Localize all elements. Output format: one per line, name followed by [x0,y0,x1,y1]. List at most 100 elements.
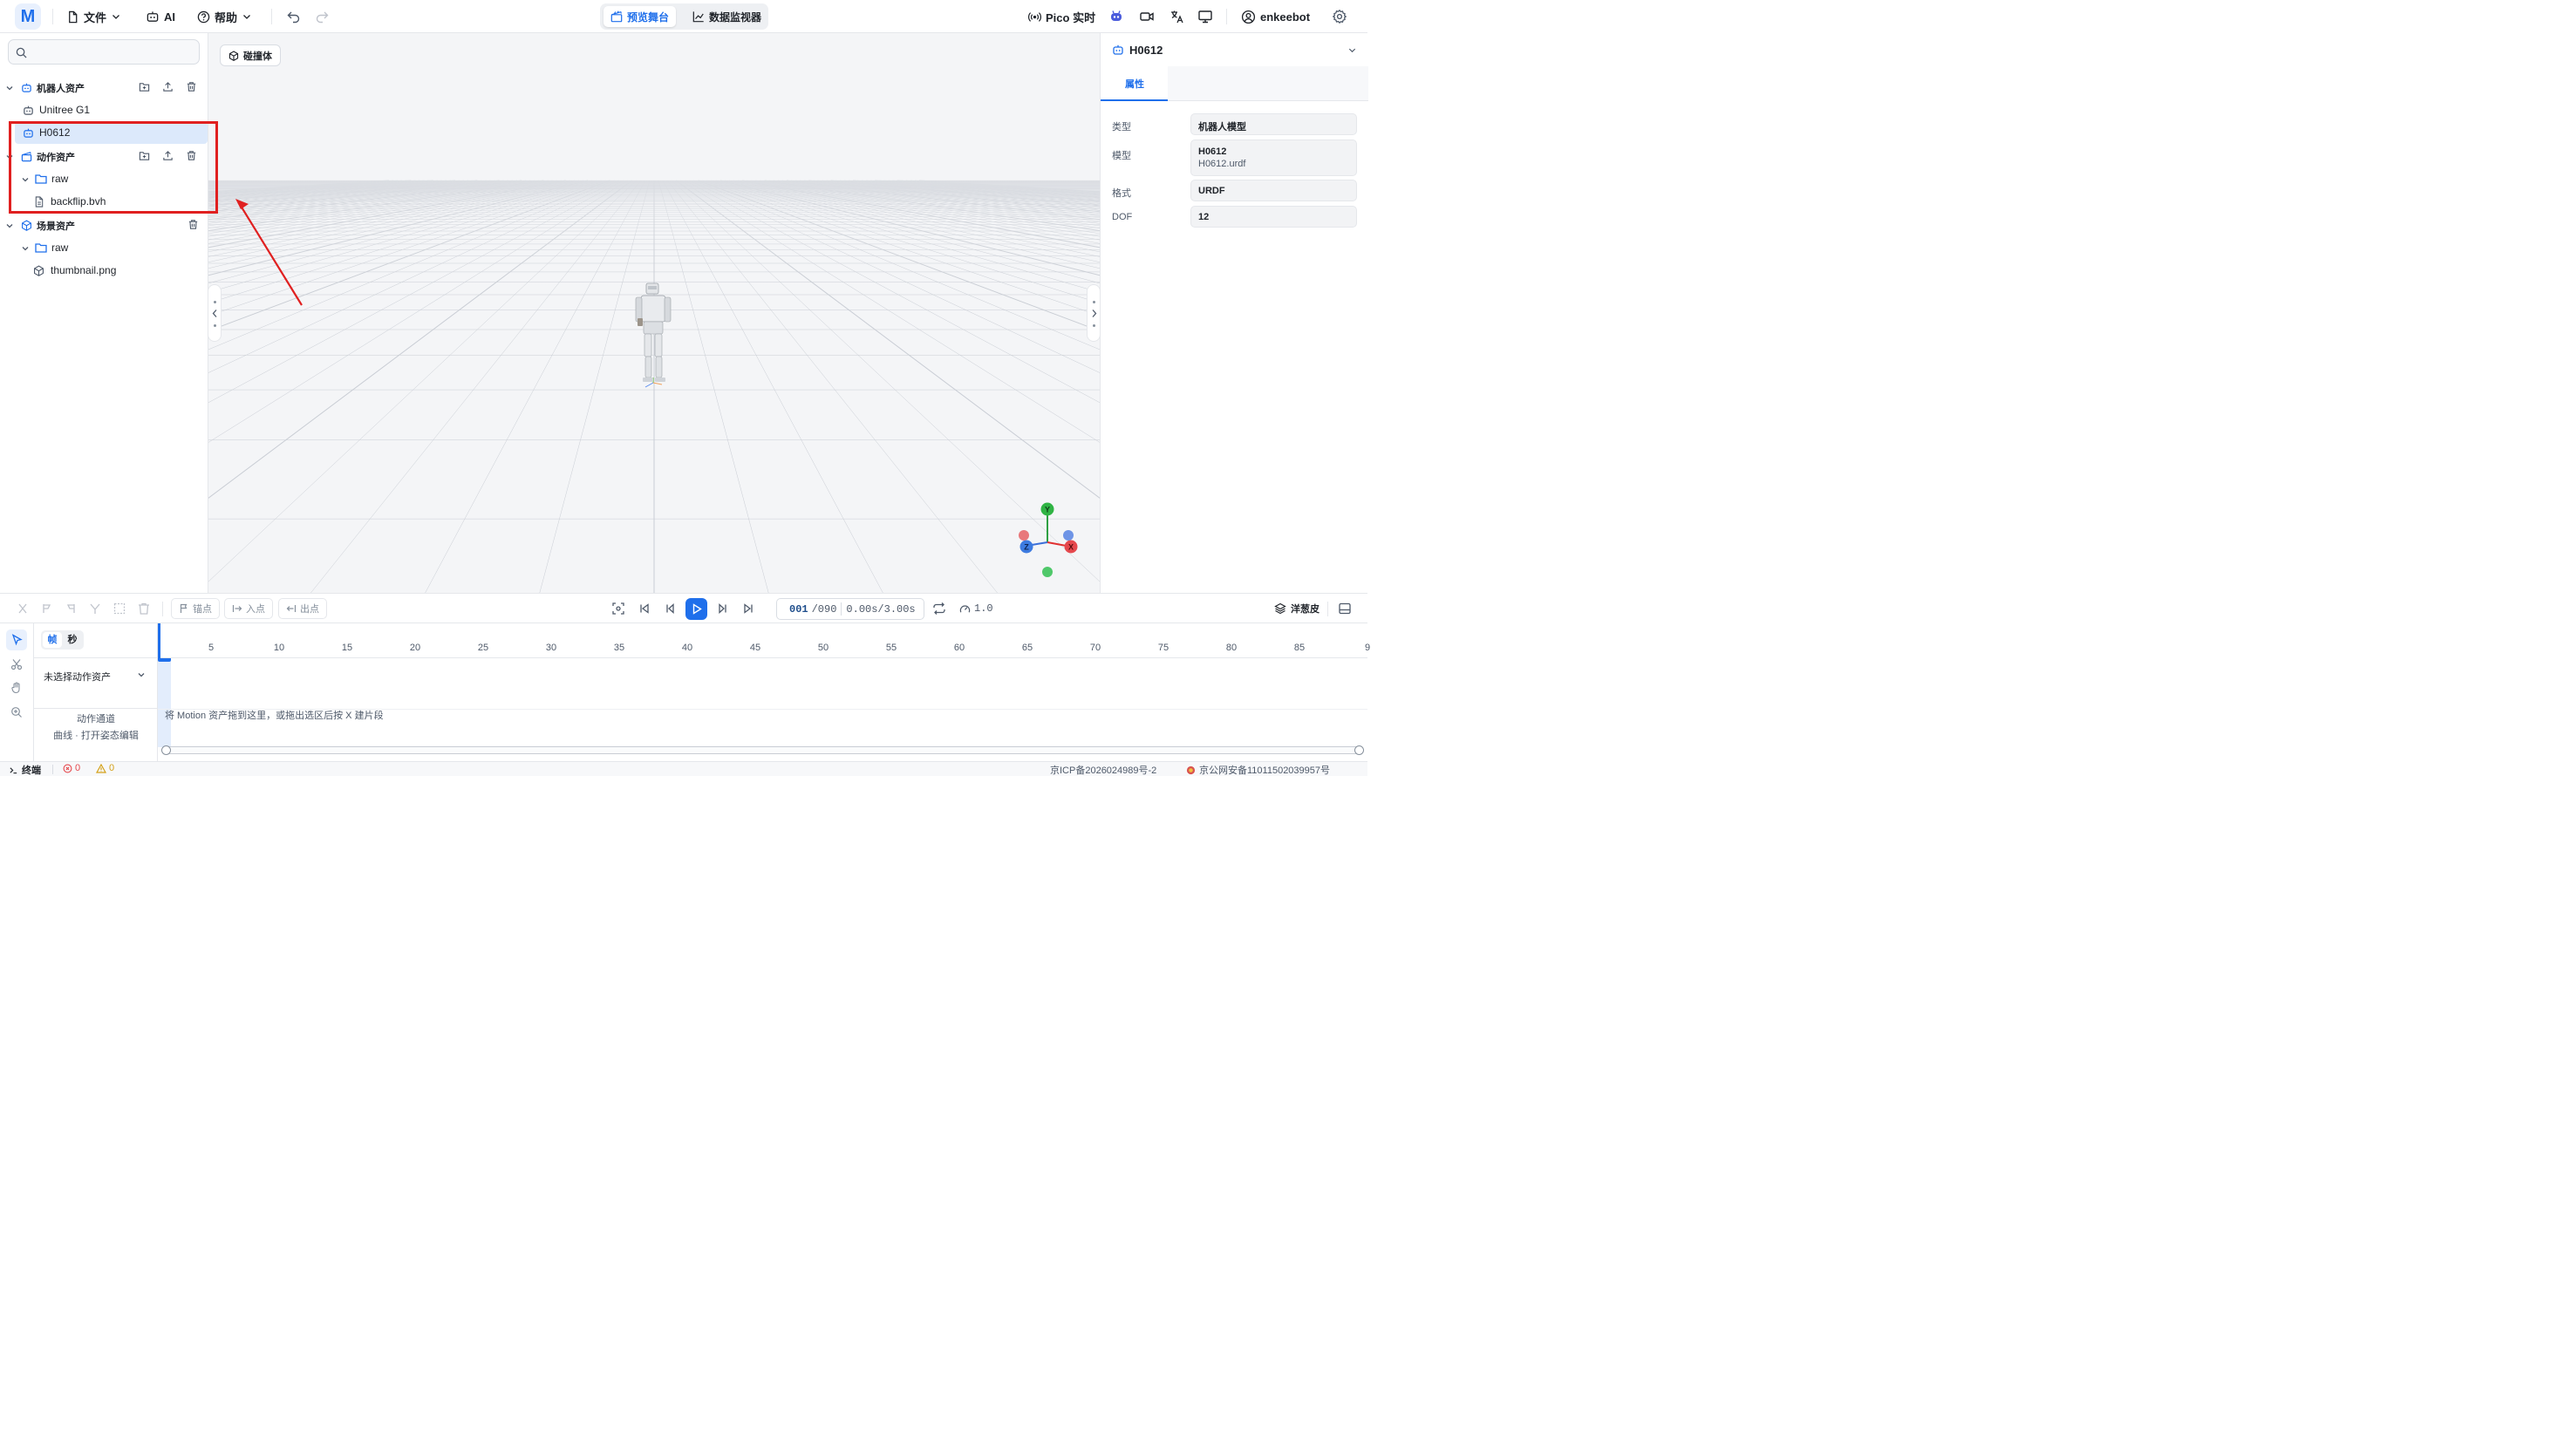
play-button[interactable] [685,598,707,620]
step-forward-icon[interactable] [715,601,731,616]
select-tool[interactable] [6,629,27,650]
select-box-icon[interactable] [112,601,127,616]
chevron-down-icon[interactable] [1347,45,1357,55]
chevron-down-icon[interactable] [21,244,30,253]
drag-dot [1093,324,1095,327]
focus-frame-icon[interactable] [610,601,626,616]
timeline-tool-column [0,623,34,761]
collision-button[interactable]: 碰撞体 [220,44,281,66]
total-frames: /090 [811,602,837,616]
divider [52,9,53,24]
annotation-highlight-box [9,121,218,214]
ruler-tick-label: 9 [1364,643,1371,653]
gear-icon[interactable] [1332,9,1347,24]
file-menu[interactable]: 文件 [66,7,121,26]
tree-folder-raw[interactable]: raw [0,237,208,259]
ruler-tick-label: 10 [273,643,285,653]
section-robot-assets[interactable]: 机器人资产 [0,77,208,99]
scissors-icon[interactable] [10,658,23,670]
tree-file-thumbnail[interactable]: thumbnail.png [0,260,208,282]
scroll-start-handle[interactable] [161,745,171,755]
onion-skin-label: 洋葱皮 [1291,604,1320,615]
motion-channel-header[interactable]: 动作通道 曲线 · 打开姿态编辑 [34,711,158,761]
unit-frame-label: 帧 [47,635,58,645]
split-icon[interactable] [15,601,31,616]
translate-icon[interactable] [1169,9,1185,24]
folder-add-icon[interactable] [139,81,150,92]
playhead[interactable] [158,623,160,658]
panel-toggle-icon[interactable] [1337,601,1353,616]
assistant-bot-icon[interactable] [1108,9,1124,24]
properties-header[interactable]: H0612 [1101,33,1368,66]
icp-license[interactable]: 京ICP备2026024989号-2 [1050,763,1156,777]
zoom-icon[interactable] [10,706,23,718]
unit-frame-button[interactable]: 帧 [43,632,62,648]
pico-live-button[interactable]: Pico 实时 [1028,7,1095,26]
cursor-icon [11,634,23,646]
divider [52,765,53,774]
section-title: 机器人资产 [37,84,85,94]
track-label-line-2: 曲线 · 打开姿态编辑 [53,731,139,741]
tree-item-unitree-g1[interactable]: Unitree G1 [0,99,208,121]
loop-icon[interactable] [931,601,947,616]
hand-icon[interactable] [10,682,23,694]
motion-asset-select[interactable]: 未选择动作资产 [34,658,158,709]
terminal-icon [10,766,17,773]
playback-speed[interactable]: 1.0 [959,602,993,615]
help-menu[interactable]: 帮助 [197,7,252,26]
search-input[interactable] [31,44,194,60]
error-count-value: 0 [75,763,81,773]
speed-value: 1.0 [974,602,993,615]
trash-icon[interactable] [136,601,152,616]
clapperboard-icon [610,10,623,23]
undo-icon[interactable] [286,9,302,24]
collapse-right-panel-handle[interactable] [1087,284,1100,342]
anchor-button[interactable]: 锚点 [171,598,220,619]
ai-button[interactable]: AI [146,7,175,26]
timeline-ruler[interactable]: 5 10 15 20 25 30 35 40 45 50 55 60 65 70 75 80 85 9 [158,623,1371,658]
video-camera-icon[interactable] [1139,9,1155,24]
user-menu[interactable]: enkeebot [1241,7,1310,26]
trash-icon[interactable] [188,219,199,230]
trim-start-icon[interactable] [39,601,55,616]
user-circle-icon [1241,10,1256,24]
trim-end-icon[interactable] [63,601,78,616]
branch-icon[interactable] [87,601,103,616]
collapse-left-panel-handle[interactable] [208,284,222,342]
redo-icon[interactable] [314,9,330,24]
step-back-icon[interactable] [662,601,678,616]
tab-preview-stage[interactable]: 预览舞台 [603,6,677,27]
police-license[interactable]: 京公网安备11011502039957号 [1186,763,1330,777]
3d-viewport[interactable]: 碰撞体 Y X Z [208,33,1100,593]
speedometer-icon [959,604,971,612]
track-area[interactable]: 将 Motion 资产拖到这里，或拖出选区后按 X 建片段 [158,658,1367,761]
error-count[interactable]: 0 [63,763,80,773]
robot-chat-icon [147,10,159,22]
chevron-down-icon[interactable] [5,221,14,230]
annotation-arrow [235,199,303,306]
skip-to-end-icon[interactable] [740,601,756,616]
scroll-end-handle[interactable] [1354,745,1364,755]
upload-icon[interactable] [162,81,174,92]
ruler-tick-label: 20 [409,643,421,653]
out-point-button[interactable]: 出点 [278,598,327,619]
tab-properties[interactable]: 属性 [1101,66,1168,101]
app-logo[interactable]: M [15,3,41,30]
tab-data-monitor[interactable]: 数据监视器 [685,6,768,27]
terminal-toggle[interactable]: 终端 [9,763,41,777]
monitor-icon[interactable] [1197,9,1213,24]
ruler-tick-label: 15 [341,643,353,653]
skip-to-start-icon[interactable] [637,601,652,616]
axis-gizmo[interactable]: Y X Z [1011,500,1085,579]
frame-counter[interactable]: 001 /090 0.00s/3.00s [776,598,924,620]
in-point-button[interactable]: 入点 [224,598,273,619]
unit-second-button[interactable]: 秒 [63,632,82,648]
horizontal-scrollbar[interactable] [161,745,1364,755]
axis-y-label: Y [1045,506,1050,514]
warning-count[interactable]: 0 [96,763,114,773]
section-scene-assets[interactable]: 场景资产 [0,214,208,236]
onion-skin-toggle[interactable]: 洋葱皮 [1274,602,1320,616]
section-actions [188,219,199,230]
trash-icon[interactable] [186,81,197,92]
chevron-down-icon[interactable] [5,84,14,92]
